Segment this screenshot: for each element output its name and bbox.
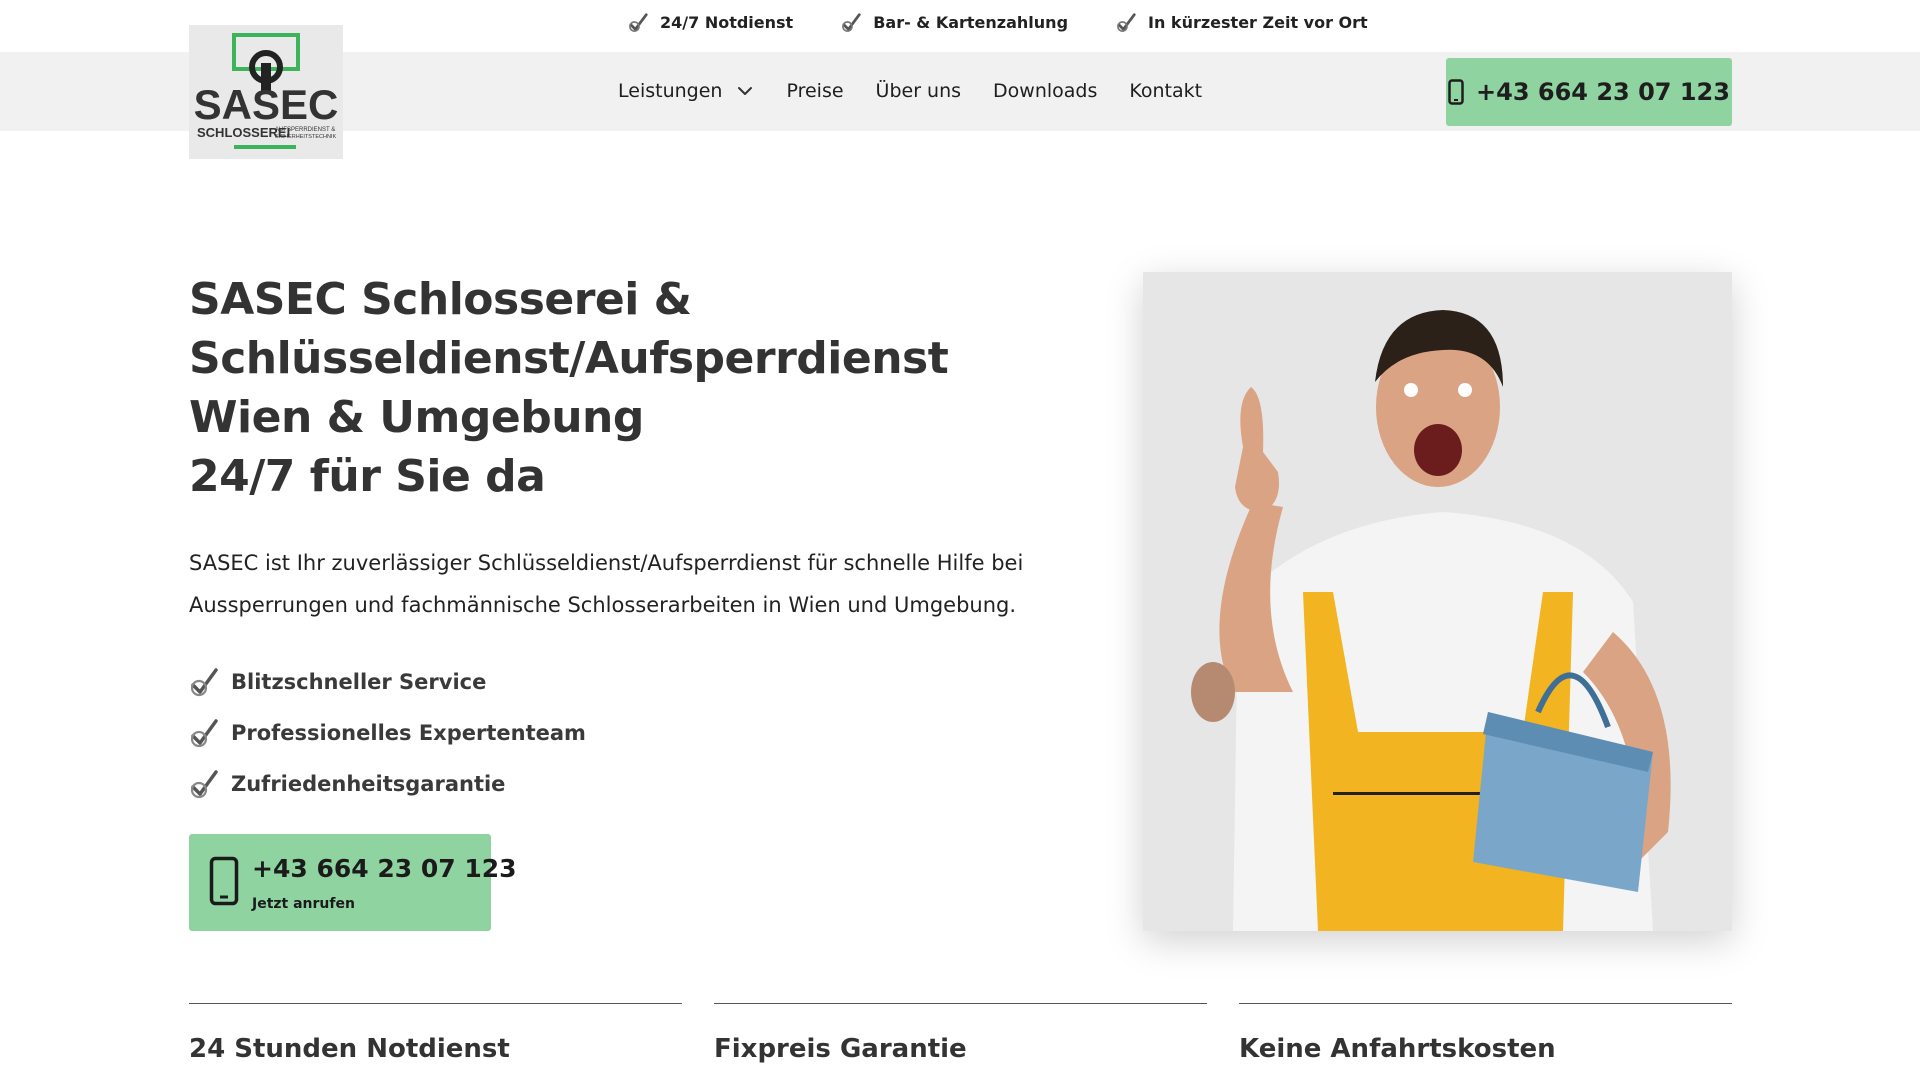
nav-item-preise[interactable]: Preise xyxy=(786,80,843,102)
usp-column: Fixpreis Garantie xyxy=(714,1003,1207,1064)
usp-divider xyxy=(714,1003,1207,1004)
check-icon xyxy=(190,718,218,747)
hero-title-line: SASEC Schlosserei & xyxy=(189,274,692,325)
hero-title-line: Wien & Umgebung xyxy=(189,392,644,443)
top-info-label: Bar- & Kartenzahlung xyxy=(873,12,1069,32)
feature-item: Professionelles Expertenteam xyxy=(189,707,586,758)
logo[interactable]: SASEC SCHLOSSEREI AUFSPERRDIENST & SICHE… xyxy=(189,25,343,159)
svg-text:AUFSPERRDIENST &: AUFSPERRDIENST & xyxy=(275,127,335,133)
nav-item-kontakt[interactable]: Kontakt xyxy=(1129,80,1202,102)
logo-graphic: SASEC SCHLOSSEREI AUFSPERRDIENST & SICHE… xyxy=(194,33,339,149)
chevron-down-icon xyxy=(738,87,753,95)
worker-with-toolbox-photo xyxy=(1143,272,1732,931)
usp-title: Keine Anfahrtskosten xyxy=(1239,1034,1556,1064)
top-info-items: 24/7 Notdienst Bar- & Kartenzahlung In k… xyxy=(628,12,1368,32)
phone-icon xyxy=(1448,79,1464,105)
nav-label: Über uns xyxy=(875,80,962,102)
hero-title: SASEC Schlosserei & Schlüsseldienst/Aufs… xyxy=(189,270,1089,506)
top-info-item-notdienst: 24/7 Notdienst xyxy=(628,12,793,32)
worker-illustration xyxy=(1143,272,1732,931)
usp-title: Fixpreis Garantie xyxy=(714,1034,967,1064)
check-icon xyxy=(190,667,218,696)
top-info-item-payment: Bar- & Kartenzahlung xyxy=(841,12,1068,32)
feature-label: Blitzschneller Service xyxy=(231,669,487,694)
phone-icon xyxy=(209,856,239,906)
hero-description: SASEC ist Ihr zuverlässiger Schlüsseldie… xyxy=(189,551,1024,617)
feature-item: Zufriedenheitsgarantie xyxy=(189,758,586,809)
check-icon xyxy=(1117,13,1136,32)
call-now-subtitle: Jetzt anrufen xyxy=(252,896,355,912)
svg-text:SASEC: SASEC xyxy=(194,81,339,128)
main-navigation: Leistungen Preise Über uns Downloads Kon… xyxy=(618,80,1202,102)
feature-label: Zufriedenheitsgarantie xyxy=(231,771,506,796)
call-now-number: +43 664 23 07 123 xyxy=(252,854,517,883)
hero-title-line: Schlüsseldienst/Aufsperrdienst xyxy=(189,333,949,384)
nav-item-downloads[interactable]: Downloads xyxy=(993,80,1097,102)
top-info-label: In kürzester Zeit vor Ort xyxy=(1148,12,1368,32)
nav-label: Preise xyxy=(786,80,844,102)
svg-text:SICHERHEITSTECHNIK: SICHERHEITSTECHNIK xyxy=(275,134,336,140)
feature-item: Blitzschneller Service xyxy=(189,656,586,707)
nav-label: Kontakt xyxy=(1129,80,1203,102)
usp-divider xyxy=(1239,1003,1732,1004)
check-icon xyxy=(842,13,861,32)
top-info-item-arrival: In kürzester Zeit vor Ort xyxy=(1116,12,1368,32)
feature-label: Professionelles Expertenteam xyxy=(231,720,586,745)
nav-label: Downloads xyxy=(993,80,1098,102)
header-phone-label: +43 664 23 07 123 xyxy=(1476,78,1730,106)
feature-list: Blitzschneller Service Professionelles E… xyxy=(189,656,586,809)
nav-label: Leistungen xyxy=(618,80,723,102)
check-icon xyxy=(190,769,218,798)
nav-item-leistungen[interactable]: Leistungen xyxy=(618,80,754,102)
hero-title-line: 24/7 für Sie da xyxy=(189,451,546,502)
nav-item-ueber-uns[interactable]: Über uns xyxy=(876,80,962,102)
top-info-label: 24/7 Notdienst xyxy=(660,12,794,32)
call-now-button[interactable]: +43 664 23 07 123 Jetzt anrufen xyxy=(189,834,517,931)
usp-column: Keine Anfahrtskosten xyxy=(1239,1003,1732,1064)
check-icon xyxy=(629,13,648,32)
header-phone-button[interactable]: +43 664 23 07 123 xyxy=(1446,58,1732,126)
usp-column: 24 Stunden Notdienst xyxy=(189,1003,682,1064)
usp-title: 24 Stunden Notdienst xyxy=(189,1034,510,1064)
usp-divider xyxy=(189,1003,682,1004)
